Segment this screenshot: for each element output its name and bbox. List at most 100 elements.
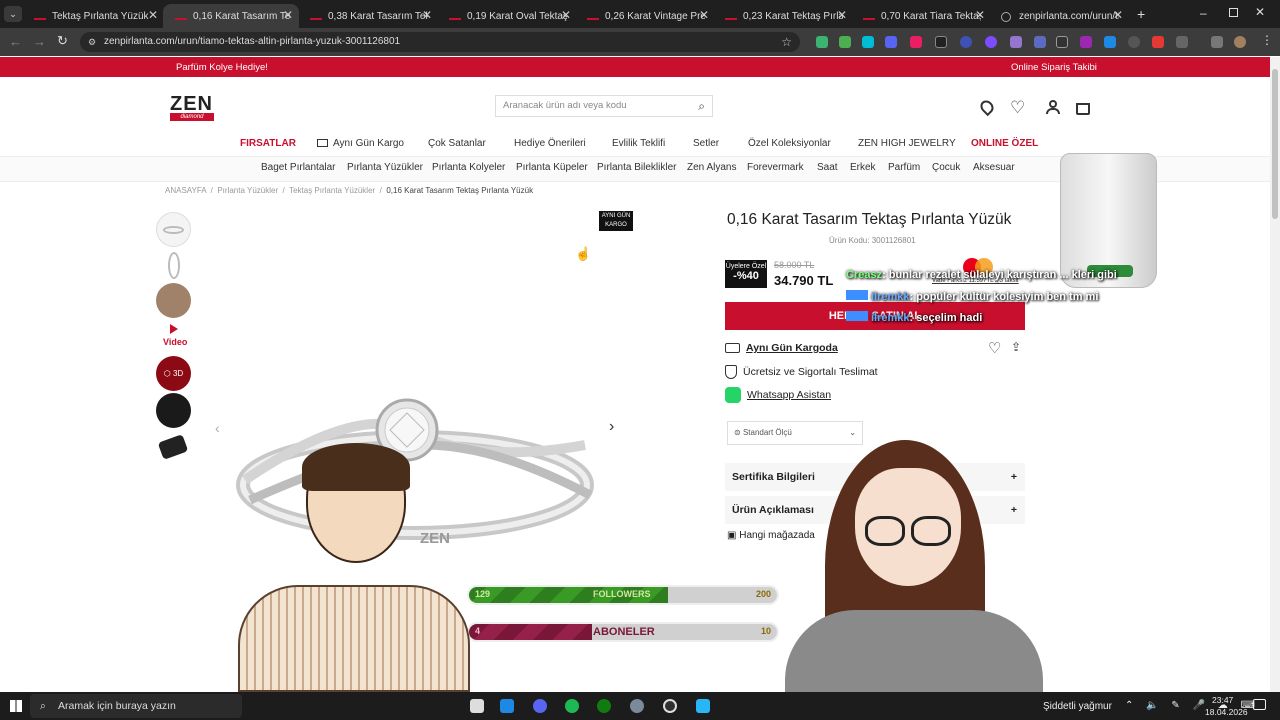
subnav-item[interactable]: Parfüm (888, 162, 920, 173)
breadcrumb-link[interactable]: Pırlanta Yüzükler (217, 186, 278, 195)
discord-icon[interactable] (533, 699, 547, 713)
breadcrumb-link[interactable]: ANASAYFA (165, 186, 206, 195)
share-icon[interactable]: ⇪ (1011, 340, 1021, 354)
search-icon[interactable]: ⌕ (698, 96, 705, 116)
nav-setler[interactable]: Setler (693, 138, 719, 149)
extension-icon[interactable] (985, 36, 997, 48)
subnav-item[interactable]: Pırlanta Küpeler (516, 162, 588, 173)
nav-ayni-gun-kargo[interactable]: Aynı Gün Kargo (333, 138, 404, 149)
nav-evlilik-teklifi[interactable]: Evlilik Teklifi (612, 138, 665, 149)
new-tab-icon[interactable]: + (1137, 6, 1145, 22)
extension-icon[interactable] (862, 36, 874, 48)
user-icon[interactable] (1046, 100, 1060, 115)
menu-icon[interactable]: ⋮ (1261, 33, 1273, 47)
download-icon[interactable] (1211, 36, 1223, 48)
nav-hediye-onerileri[interactable]: Hediye Önerileri (514, 138, 586, 149)
back-icon[interactable]: ← (9, 34, 22, 49)
clock-date[interactable]: 18.04.2026 (1205, 707, 1248, 717)
gallery-thumb[interactable] (156, 430, 191, 465)
cart-icon[interactable] (1076, 103, 1090, 115)
subnav-item[interactable]: Baget Pırlantalar (261, 162, 336, 173)
obs-icon[interactable] (663, 699, 677, 713)
notification-icon[interactable] (1253, 699, 1266, 710)
store-location-icon[interactable] (977, 97, 997, 117)
tab-0[interactable]: Tektaş Pırlanta Yüzük Mo✕ (22, 4, 164, 28)
play-icon[interactable] (170, 324, 178, 334)
extension-icon[interactable] (935, 36, 947, 48)
nav-online-ozel[interactable]: ONLINE ÖZEL (971, 138, 1038, 149)
subnav-item[interactable]: Çocuk (932, 162, 960, 173)
bookmark-star-icon[interactable]: ☆ (781, 32, 792, 52)
clock-time[interactable]: 23:47 (1212, 695, 1233, 705)
restore-icon[interactable] (1229, 8, 1238, 17)
subnav-item[interactable]: Erkek (850, 162, 876, 173)
windows-start-icon[interactable] (10, 700, 22, 712)
taskbar-search-input[interactable]: ⌕ Aramak için buraya yazın (30, 694, 242, 718)
extension-icon[interactable] (1056, 36, 1068, 48)
tab-search-icon[interactable]: ⌄ (4, 6, 22, 22)
minimize-icon[interactable]: – (1200, 6, 1207, 20)
gallery-thumb[interactable] (156, 212, 191, 247)
extension-icon[interactable] (839, 36, 851, 48)
subnav-item[interactable]: Pırlanta Bileklikler (597, 162, 676, 173)
puzzle-icon[interactable] (1176, 36, 1188, 48)
close-icon[interactable]: ✕ (699, 8, 709, 22)
subnav-item[interactable]: Zen Alyans (687, 162, 736, 173)
taskbar-app-icon[interactable] (630, 699, 644, 713)
subnav-item[interactable]: Pırlanta Kolyeler (432, 162, 505, 173)
nav-cok-satanlar[interactable]: Çok Satanlar (428, 138, 486, 149)
heart-icon[interactable]: ♡ (1010, 98, 1025, 118)
tab-3[interactable]: 0,19 Karat Oval Tektaş Pı✕ (437, 4, 577, 28)
close-icon[interactable]: ✕ (561, 8, 571, 22)
extension-icon[interactable] (1034, 36, 1046, 48)
close-icon[interactable]: ✕ (1113, 8, 1123, 22)
reload-icon[interactable]: ↻ (57, 33, 68, 49)
spotify-icon[interactable] (565, 699, 579, 713)
taskbar-app-icon[interactable] (470, 699, 484, 713)
extension-icon[interactable] (1128, 36, 1140, 48)
tab-4[interactable]: 0,26 Karat Vintage Prense✕ (575, 4, 715, 28)
close-icon[interactable]: ✕ (148, 8, 158, 22)
extension-icon[interactable] (885, 36, 897, 48)
close-icon[interactable]: ✕ (975, 8, 985, 22)
breadcrumb-link[interactable]: Tektaş Pırlanta Yüzükler (289, 186, 375, 195)
extension-icon[interactable] (910, 36, 922, 48)
address-bar[interactable]: ⚙ zenpirlanta.com/urun/tiamo-tektas-alti… (80, 32, 800, 52)
close-icon[interactable]: ✕ (283, 8, 293, 22)
tab-5[interactable]: 0,23 Karat Tektaş Pırlanta✕ (713, 4, 853, 28)
extension-icon[interactable] (1080, 36, 1092, 48)
extension-icon[interactable] (1104, 36, 1116, 48)
gallery-next-icon[interactable]: › (609, 418, 614, 436)
gallery-prev-icon[interactable]: ‹ (215, 420, 220, 436)
search-input[interactable]: Aranacak ürün adı veya kodu ⌕ (495, 95, 713, 117)
tab-6[interactable]: 0,70 Karat Tiara Tektaş Pı✕ (851, 4, 991, 28)
extension-icon[interactable] (1152, 36, 1164, 48)
whatsapp-link[interactable]: Whatsapp Asistan (747, 389, 831, 401)
nav-ozel-koleksiyonlar[interactable]: Özel Koleksiyonlar (748, 138, 831, 149)
avatar[interactable] (1234, 36, 1246, 48)
wishlist-heart-icon[interactable]: ♡ (988, 339, 1001, 357)
weather-status[interactable]: Şiddetli yağmur (1043, 701, 1112, 712)
extension-icon[interactable] (816, 36, 828, 48)
subnav-item[interactable]: Aksesuar (973, 162, 1015, 173)
extension-icon[interactable] (1010, 36, 1022, 48)
close-icon[interactable]: ✕ (422, 8, 432, 22)
subnav-item[interactable]: Saat (817, 162, 838, 173)
tab-7[interactable]: zenpirlanta.com/urun/tia ✕ (989, 4, 1129, 28)
nav-firsatlar[interactable]: FIRSATLAR (240, 138, 296, 149)
scrollbar[interactable] (1270, 57, 1280, 692)
extension-icon[interactable] (960, 36, 972, 48)
3d-view-button[interactable]: ⬡ 3D (156, 356, 191, 391)
close-icon[interactable]: ✕ (837, 8, 847, 22)
tab-2[interactable]: 0,38 Karat Tasarım Tektaş✕ (298, 4, 438, 28)
subnav-item[interactable]: Forevermark (747, 162, 804, 173)
xbox-icon[interactable] (597, 699, 611, 713)
tab-1[interactable]: 0,16 Karat Tasarım Tektaş✕ (163, 4, 299, 28)
site-info-icon[interactable]: ⚙ (88, 32, 96, 52)
taskbar-app-icon[interactable] (500, 699, 514, 713)
forward-icon[interactable]: → (33, 34, 46, 49)
site-logo[interactable]: ZEN diamond (170, 94, 214, 121)
gallery-thumb[interactable] (156, 283, 191, 318)
nav-zen-high-jewelry[interactable]: ZEN HIGH JEWELRY (858, 138, 956, 149)
same-day-link[interactable]: Aynı Gün Kargoda (746, 342, 838, 354)
